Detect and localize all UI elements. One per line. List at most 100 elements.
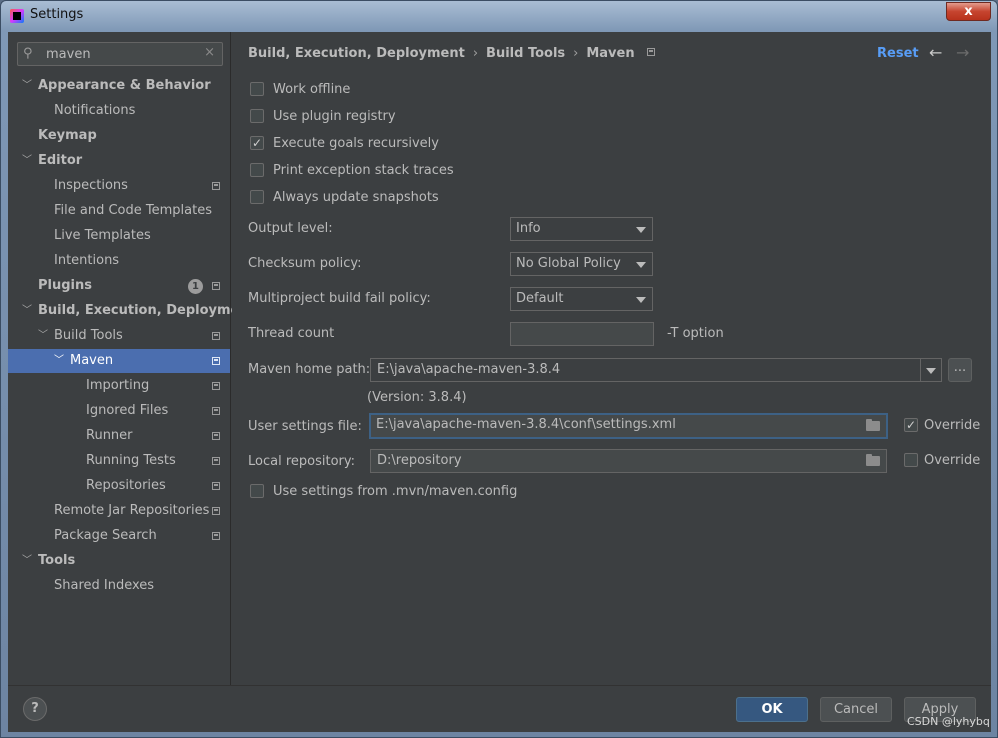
use-plugin-registry-checkbox[interactable] bbox=[250, 109, 264, 123]
cancel-button[interactable]: Cancel bbox=[820, 697, 892, 722]
folder-icon[interactable] bbox=[866, 419, 880, 431]
sidebar-item-build-tools[interactable]: ﹀ Build Tools bbox=[8, 324, 230, 348]
sidebar-item-ignored-files[interactable]: Ignored Files bbox=[8, 399, 230, 423]
local-repository-label: Local repository: bbox=[248, 454, 355, 469]
chevron-down-icon[interactable]: ﹀ bbox=[22, 74, 32, 98]
mvn-config-checkbox[interactable] bbox=[250, 484, 264, 498]
sidebar-item-label: Notifications bbox=[54, 103, 136, 118]
sidebar-item-label: Live Templates bbox=[54, 228, 151, 243]
reset-link[interactable]: Reset bbox=[877, 46, 919, 61]
sidebar-item-package-search[interactable]: Package Search bbox=[8, 524, 230, 548]
sidebar-item-live-templates[interactable]: Live Templates bbox=[8, 224, 230, 248]
window-close-button[interactable]: x bbox=[946, 2, 991, 21]
sidebar-item-maven[interactable]: ﹀ Maven bbox=[8, 349, 230, 373]
breadcrumb: Build, Execution, Deployment › Build Tools… bbox=[248, 46, 655, 61]
sidebar-item-label: Intentions bbox=[54, 253, 120, 268]
project-scope-icon bbox=[212, 182, 220, 190]
sidebar-item-appearance-behavior[interactable]: ﹀ Appearance & Behavior bbox=[8, 74, 230, 98]
project-scope-icon bbox=[212, 407, 220, 415]
project-scope-icon bbox=[212, 507, 220, 515]
user-settings-override-label: Override bbox=[924, 418, 981, 433]
work-offline-label: Work offline bbox=[273, 82, 351, 97]
local-repository-value: D:\repository bbox=[377, 453, 462, 468]
maven-home-input[interactable]: E:\java\apache-maven-3.8.4 bbox=[370, 358, 921, 382]
project-scope-icon bbox=[212, 482, 220, 490]
dialog-body: ⚲ × ﹀ Appearance & Behavior Notification… bbox=[8, 32, 991, 732]
output-level-select[interactable]: Info bbox=[510, 217, 653, 241]
output-level-value: Info bbox=[516, 221, 541, 236]
maven-home-dropdown[interactable] bbox=[920, 358, 942, 382]
project-scope-icon bbox=[212, 282, 220, 290]
mvn-config-label: Use settings from .mvn/maven.config bbox=[273, 484, 518, 499]
sidebar-item-intentions[interactable]: Intentions bbox=[8, 249, 230, 273]
settings-search[interactable]: ⚲ × bbox=[17, 42, 223, 66]
help-button[interactable]: ? bbox=[23, 697, 47, 721]
chevron-down-icon bbox=[636, 297, 646, 303]
sidebar-item-label: Editor bbox=[38, 153, 83, 168]
clear-search-icon[interactable]: × bbox=[204, 45, 215, 60]
settings-sidebar: ⚲ × ﹀ Appearance & Behavior Notification… bbox=[8, 32, 255, 685]
folder-icon[interactable] bbox=[866, 454, 880, 466]
print-exception-stack-traces-label: Print exception stack traces bbox=[273, 163, 454, 178]
sidebar-item-remote-jar-repositories[interactable]: Remote Jar Repositories bbox=[8, 499, 230, 523]
always-update-snapshots-checkbox[interactable] bbox=[250, 190, 264, 204]
chevron-down-icon[interactable]: ﹀ bbox=[38, 324, 48, 348]
checksum-policy-label: Checksum policy: bbox=[248, 256, 362, 271]
execute-goals-recursively-checkbox[interactable] bbox=[250, 133, 264, 153]
print-exception-stack-traces-checkbox[interactable] bbox=[250, 163, 264, 177]
sidebar-item-editor[interactable]: ﹀ Editor bbox=[8, 149, 230, 173]
plugins-update-badge: 1 bbox=[188, 279, 203, 294]
user-settings-input[interactable]: E:\java\apache-maven-3.8.4\conf\settings… bbox=[369, 413, 888, 439]
checksum-policy-select[interactable]: No Global Policy bbox=[510, 252, 653, 276]
sidebar-item-plugins[interactable]: Plugins 1 bbox=[8, 274, 230, 298]
breadcrumb-build-tools: Build Tools bbox=[486, 46, 566, 61]
ok-button[interactable]: OK bbox=[736, 697, 808, 722]
sidebar-item-importing[interactable]: Importing bbox=[8, 374, 230, 398]
thread-count-label: Thread count bbox=[248, 326, 335, 341]
user-settings-label: User settings file: bbox=[248, 419, 362, 434]
maven-settings-panel: Build, Execution, Deployment › Build Tools… bbox=[232, 32, 991, 685]
project-scope-icon bbox=[212, 457, 220, 465]
sidebar-item-label: Runner bbox=[86, 428, 133, 443]
watermark: CSDN @lyhybq bbox=[907, 715, 990, 728]
fail-policy-value: Default bbox=[516, 291, 564, 306]
chevron-down-icon[interactable]: ﹀ bbox=[22, 299, 32, 323]
sidebar-item-shared-indexes[interactable]: Shared Indexes bbox=[8, 574, 230, 598]
local-repository-override-checkbox[interactable] bbox=[904, 453, 918, 467]
sidebar-item-label: Inspections bbox=[54, 178, 128, 193]
sidebar-item-build-execution-deployment[interactable]: ﹀ Build, Execution, Deployment bbox=[8, 299, 255, 323]
sidebar-item-repositories[interactable]: Repositories bbox=[8, 474, 230, 498]
chevron-down-icon bbox=[636, 227, 646, 233]
chevron-down-icon[interactable]: ﹀ bbox=[22, 149, 32, 173]
search-input[interactable] bbox=[46, 46, 196, 62]
work-offline-checkbox[interactable] bbox=[250, 82, 264, 96]
user-settings-override-checkbox[interactable] bbox=[904, 415, 918, 435]
fail-policy-select[interactable]: Default bbox=[510, 287, 653, 311]
sidebar-item-inspections[interactable]: Inspections bbox=[8, 174, 230, 198]
forward-arrow-icon[interactable]: → bbox=[956, 43, 969, 62]
thread-count-suffix: -T option bbox=[667, 326, 724, 341]
title-bar: Settings x bbox=[1, 1, 997, 31]
sidebar-item-label: Running Tests bbox=[86, 453, 176, 468]
project-scope-icon bbox=[646, 48, 655, 56]
local-repository-input[interactable]: D:\repository bbox=[370, 449, 887, 473]
search-icon: ⚲ bbox=[23, 46, 33, 61]
back-arrow-icon[interactable]: ← bbox=[929, 43, 942, 62]
sidebar-item-keymap[interactable]: Keymap bbox=[8, 124, 230, 148]
execute-goals-recursively-label: Execute goals recursively bbox=[273, 136, 439, 151]
sidebar-item-label: Remote Jar Repositories bbox=[54, 503, 210, 518]
sidebar-item-tools[interactable]: ﹀ Tools bbox=[8, 549, 230, 573]
sidebar-item-running-tests[interactable]: Running Tests bbox=[8, 449, 230, 473]
sidebar-item-label: Keymap bbox=[38, 128, 97, 143]
thread-count-input[interactable] bbox=[510, 322, 654, 346]
sidebar-item-runner[interactable]: Runner bbox=[8, 424, 230, 448]
sidebar-item-file-code-templates[interactable]: File and Code Templates bbox=[8, 199, 230, 223]
chevron-down-icon[interactable]: ﹀ bbox=[22, 549, 32, 573]
sidebar-item-label: Shared Indexes bbox=[54, 578, 155, 593]
chevron-down-icon[interactable]: ﹀ bbox=[54, 349, 64, 373]
sidebar-item-notifications[interactable]: Notifications bbox=[8, 99, 230, 123]
settings-window: Settings x ⚲ × ﹀ Appearance & Behavior N… bbox=[0, 0, 998, 738]
sidebar-item-label: Build Tools bbox=[54, 328, 123, 343]
browse-maven-home-button[interactable]: ... bbox=[948, 358, 972, 382]
breadcrumb-maven: Maven bbox=[586, 46, 635, 61]
